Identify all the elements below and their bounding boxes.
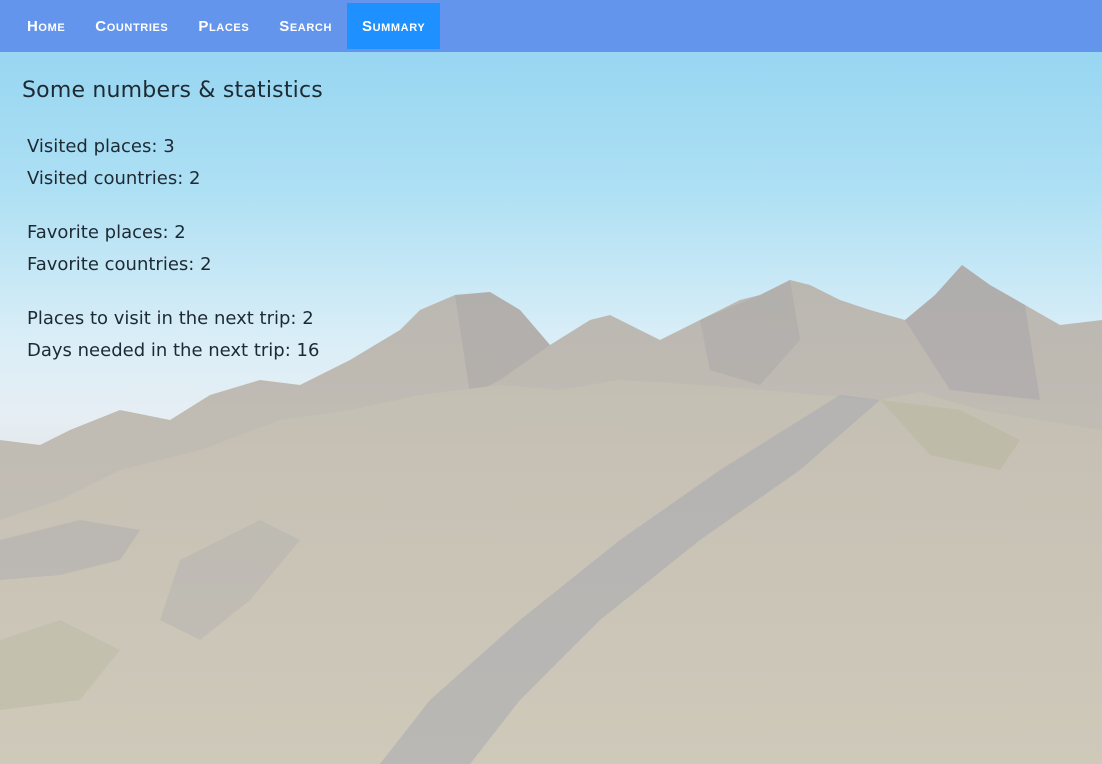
visited-countries-stat: Visited countries: 2 bbox=[27, 163, 323, 195]
nav-search-link[interactable]: Search bbox=[264, 3, 347, 49]
stat-label: Places to visit in the next trip: bbox=[27, 308, 297, 329]
nav-places-link[interactable]: Places bbox=[183, 3, 264, 49]
stat-label: Favorite countries: bbox=[27, 254, 195, 275]
stat-label: Favorite places: bbox=[27, 222, 169, 243]
page-title: Some numbers & statistics bbox=[22, 78, 323, 103]
favorite-stats-group: Favorite places: 2 Favorite countries: 2 bbox=[27, 217, 323, 281]
nav-countries-link[interactable]: Countries bbox=[80, 3, 183, 49]
stat-value: 2 bbox=[200, 254, 212, 275]
stat-label: Visited countries: bbox=[27, 168, 184, 189]
stat-label: Visited places: bbox=[27, 136, 158, 157]
favorite-countries-stat: Favorite countries: 2 bbox=[27, 249, 323, 281]
favorite-places-stat: Favorite places: 2 bbox=[27, 217, 323, 249]
visited-stats-group: Visited places: 3 Visited countries: 2 bbox=[27, 131, 323, 195]
stat-label: Days needed in the next trip: bbox=[27, 340, 291, 361]
stat-value: 2 bbox=[174, 222, 186, 243]
days-needed-stat: Days needed in the next trip: 16 bbox=[27, 335, 323, 367]
nav-home-link[interactable]: Home bbox=[12, 3, 80, 49]
stat-value: 3 bbox=[163, 136, 175, 157]
nav-summary-link[interactable]: Summary bbox=[346, 3, 441, 49]
stat-value: 2 bbox=[189, 168, 201, 189]
stat-value: 2 bbox=[302, 308, 314, 329]
top-navbar: Home Countries Places Search Summary bbox=[0, 0, 1102, 52]
visited-places-stat: Visited places: 3 bbox=[27, 131, 323, 163]
next-trip-stats-group: Places to visit in the next trip: 2 Days… bbox=[27, 303, 323, 367]
stat-value: 16 bbox=[296, 340, 320, 361]
places-to-visit-stat: Places to visit in the next trip: 2 bbox=[27, 303, 323, 335]
summary-content: Some numbers & statistics Visited places… bbox=[22, 78, 323, 389]
